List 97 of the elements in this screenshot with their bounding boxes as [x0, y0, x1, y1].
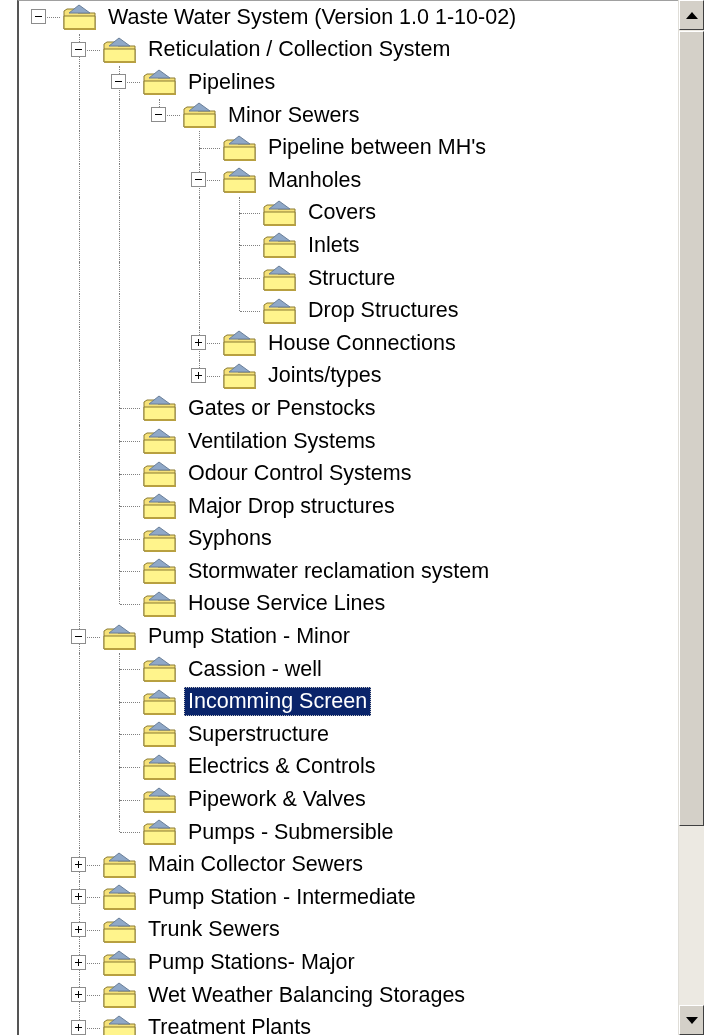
folder-icon [62, 3, 98, 32]
tree-item[interactable]: Wet Weather Balancing Storages [144, 980, 470, 1010]
tree-item[interactable]: Pipeline between MH's [264, 133, 491, 163]
tree-item[interactable]: Main Collector Sewers [144, 850, 368, 880]
minus-icon [75, 48, 82, 50]
folder-icon [142, 720, 178, 749]
tree-item[interactable]: Incomming Screen [184, 687, 372, 717]
collapse-toggle[interactable] [31, 9, 46, 25]
down-arrow-icon [685, 1016, 698, 1024]
tree-item[interactable]: Covers [304, 198, 381, 228]
tree-item[interactable]: Major Drop structures [184, 491, 399, 521]
folder-icon [142, 394, 178, 423]
folder-icon [182, 101, 218, 130]
folder-icon [142, 590, 178, 618]
tree-item[interactable]: Structure [304, 263, 400, 293]
folder-icon [142, 427, 178, 455]
folder-icon [102, 1013, 138, 1035]
tree-item[interactable]: Inlets [304, 230, 364, 260]
folder-icon [102, 981, 138, 1010]
folder-icon [142, 459, 178, 488]
tree-item[interactable]: Reticulation / Collection System [144, 35, 455, 65]
tree-item[interactable]: Cassion - well [184, 654, 326, 684]
tree-item[interactable]: Syphons [184, 524, 276, 554]
folder-icon [222, 166, 258, 195]
folder-icon [102, 850, 138, 879]
minus-icon [35, 16, 42, 18]
folder-icon [262, 198, 298, 227]
folder-icon [262, 231, 298, 260]
folder-icon [222, 329, 258, 358]
folder-icon [142, 655, 178, 684]
minus-icon [155, 114, 162, 116]
tree-item[interactable]: Ventilation Systems [184, 426, 380, 456]
plus-icon [195, 371, 202, 379]
tree-item[interactable]: Treatment Plants [144, 1013, 315, 1035]
folder-icon [142, 557, 178, 586]
tree-item[interactable]: Stormwater reclamation system [184, 556, 494, 586]
tree-item[interactable]: Pipelines [184, 68, 280, 97]
plus-icon [75, 925, 82, 933]
tree-item[interactable]: Pump Station - Intermediate [144, 882, 420, 912]
plus-icon [75, 1023, 82, 1031]
collapse-toggle[interactable] [111, 74, 126, 90]
plus-icon [75, 860, 82, 868]
folder-icon [102, 35, 138, 64]
collapse-toggle[interactable] [151, 107, 166, 123]
folder-icon [142, 687, 178, 716]
folder-icon [102, 883, 138, 912]
tree-item[interactable]: Electrics & Controls [184, 752, 380, 782]
up-arrow-icon [685, 11, 698, 19]
folder-icon [262, 264, 298, 293]
folder-icon [102, 622, 138, 651]
collapse-toggle[interactable] [71, 41, 86, 57]
minus-icon [115, 81, 122, 83]
tree-item[interactable]: Joints/types [264, 361, 386, 391]
expand-toggle[interactable] [191, 367, 206, 383]
tree-item[interactable]: Pipework & Valves [184, 785, 370, 815]
tree-item[interactable]: Drop Structures [304, 296, 463, 326]
tree-item[interactable]: Pumps - Submersible [184, 817, 398, 847]
folder-icon [142, 524, 178, 553]
scroll-down-button[interactable] [679, 1005, 704, 1035]
expand-toggle[interactable] [71, 987, 86, 1003]
expand-toggle[interactable] [71, 1019, 86, 1035]
folder-icon [142, 785, 178, 814]
expand-toggle[interactable] [71, 856, 86, 872]
expand-toggle[interactable] [71, 954, 86, 970]
expand-toggle[interactable] [71, 889, 86, 905]
folder-icon [142, 752, 178, 781]
expand-toggle[interactable] [191, 335, 206, 351]
folder-icon [222, 133, 258, 162]
folder-icon [102, 948, 138, 977]
minus-icon [75, 635, 82, 637]
folder-icon [102, 915, 138, 944]
minus-icon [195, 179, 202, 181]
tree-item[interactable]: Waste Water System (Version 1.0 1-10-02) [104, 2, 521, 32]
tree-item[interactable]: Superstructure [184, 719, 333, 749]
collapse-toggle[interactable] [191, 172, 206, 188]
tree-item[interactable]: Odour Control Systems [184, 459, 416, 489]
tree-item[interactable]: Manholes [264, 165, 366, 195]
folder-icon [142, 818, 178, 847]
scrollbar-thumb[interactable] [679, 31, 704, 826]
collapse-toggle[interactable] [71, 628, 86, 644]
tree-item[interactable]: Minor Sewers [224, 100, 364, 130]
scroll-up-button[interactable] [679, 0, 704, 30]
expand-toggle[interactable] [71, 921, 86, 937]
folder-icon [262, 296, 298, 325]
tree-item[interactable]: Gates or Penstocks [184, 393, 380, 423]
plus-icon [75, 893, 82, 901]
folder-icon [142, 492, 178, 521]
tree-item[interactable]: Pump Stations- Major [144, 948, 359, 977]
tree-item[interactable]: House Connections [264, 328, 460, 358]
tree-item[interactable]: Trunk Sewers [144, 915, 284, 945]
plus-icon [75, 958, 82, 966]
tree-item[interactable]: Pump Station - Minor [144, 622, 354, 652]
tree-item[interactable]: House Service Lines [184, 589, 390, 619]
folder-icon [222, 361, 258, 390]
plus-icon [75, 991, 82, 999]
folder-icon [142, 68, 178, 97]
plus-icon [195, 339, 202, 347]
